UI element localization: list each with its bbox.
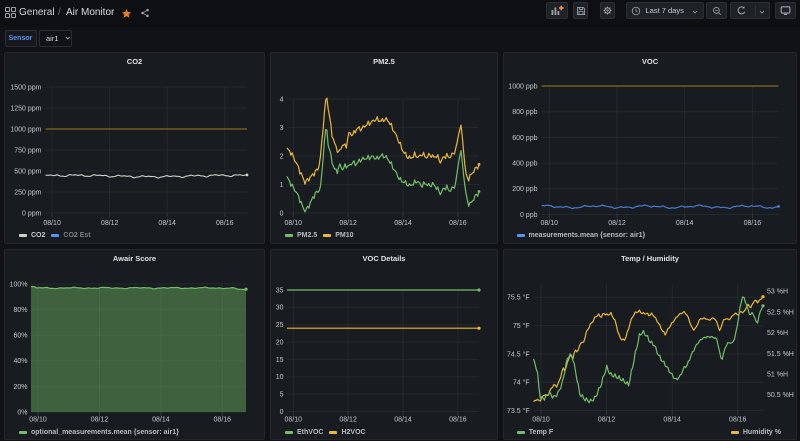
svg-text:2: 2 (280, 153, 284, 160)
svg-text:5: 5 (280, 392, 284, 399)
svg-text:08/14: 08/14 (152, 416, 170, 423)
svg-text:75.5 °F: 75.5 °F (507, 294, 530, 302)
svg-text:1000 ppm: 1000 ppm (10, 126, 41, 133)
svg-text:0 ppm: 0 ppm (22, 210, 42, 217)
svg-text:1250 ppm: 1250 ppm (10, 105, 41, 112)
svg-text:08/10: 08/10 (29, 416, 47, 423)
svg-text:08/12: 08/12 (608, 220, 626, 227)
svg-text:08/16: 08/16 (214, 416, 232, 423)
svg-text:73.5 °F: 73.5 °F (507, 407, 530, 415)
svg-text:08/16: 08/16 (449, 416, 467, 423)
svg-text:08/12: 08/12 (598, 416, 616, 423)
svg-text:75 °F: 75 °F (513, 322, 530, 330)
svg-text:1500 ppm: 1500 ppm (10, 84, 41, 91)
svg-text:52.5 %H: 52.5 %H (767, 309, 794, 316)
svg-text:20: 20 (276, 340, 284, 347)
svg-text:08/14: 08/14 (663, 416, 681, 423)
svg-text:08/14: 08/14 (676, 220, 694, 227)
svg-text:08/14: 08/14 (394, 220, 412, 227)
svg-text:08/12: 08/12 (101, 220, 119, 227)
svg-text:51 %H: 51 %H (767, 372, 788, 379)
svg-text:30: 30 (276, 305, 284, 312)
svg-text:08/16: 08/16 (744, 220, 762, 227)
svg-text:0%: 0% (17, 409, 27, 416)
svg-text:0: 0 (280, 409, 284, 416)
svg-text:400 ppb: 400 ppb (512, 161, 537, 168)
svg-text:60%: 60% (13, 333, 27, 340)
svg-text:50.5 %H: 50.5 %H (767, 392, 794, 399)
svg-text:0: 0 (280, 210, 284, 217)
svg-text:08/16: 08/16 (449, 220, 467, 227)
svg-text:08/16: 08/16 (216, 220, 234, 227)
svg-text:3: 3 (280, 125, 284, 132)
svg-text:200 ppb: 200 ppb (512, 186, 537, 193)
svg-text:750 ppm: 750 ppm (14, 147, 41, 154)
svg-text:35: 35 (276, 287, 284, 294)
svg-text:51.5 %H: 51.5 %H (767, 351, 794, 358)
svg-text:4: 4 (280, 96, 284, 103)
svg-text:74 °F: 74 °F (513, 379, 530, 387)
svg-text:53 %H: 53 %H (767, 289, 788, 296)
svg-text:08/10: 08/10 (285, 220, 303, 227)
svg-text:80%: 80% (13, 307, 27, 314)
svg-text:25: 25 (276, 322, 284, 329)
svg-text:08/12: 08/12 (91, 416, 109, 423)
svg-text:250 ppm: 250 ppm (14, 189, 41, 196)
svg-text:08/12: 08/12 (339, 220, 357, 227)
svg-text:08/14: 08/14 (394, 416, 412, 423)
svg-text:20%: 20% (13, 384, 27, 391)
svg-text:08/12: 08/12 (339, 416, 357, 423)
svg-text:1000 ppb: 1000 ppb (508, 83, 537, 90)
svg-text:08/10: 08/10 (541, 220, 559, 227)
svg-text:08/10: 08/10 (285, 416, 303, 423)
svg-text:10: 10 (276, 374, 284, 381)
svg-text:0 ppb: 0 ppb (520, 212, 538, 219)
svg-text:08/10: 08/10 (532, 416, 550, 423)
svg-text:08/14: 08/14 (158, 220, 176, 227)
svg-text:74.5 °F: 74.5 °F (507, 350, 530, 358)
svg-text:15: 15 (276, 357, 284, 364)
svg-text:100%: 100% (10, 281, 28, 288)
svg-text:52 %H: 52 %H (767, 330, 788, 337)
svg-text:40%: 40% (13, 358, 27, 365)
svg-text:1: 1 (280, 182, 284, 189)
svg-text:08/16: 08/16 (729, 416, 747, 423)
svg-text:500 ppm: 500 ppm (14, 168, 41, 175)
svg-text:08/10: 08/10 (43, 220, 61, 227)
svg-text:600 ppb: 600 ppb (512, 135, 537, 142)
svg-text:800 ppb: 800 ppb (512, 109, 537, 116)
